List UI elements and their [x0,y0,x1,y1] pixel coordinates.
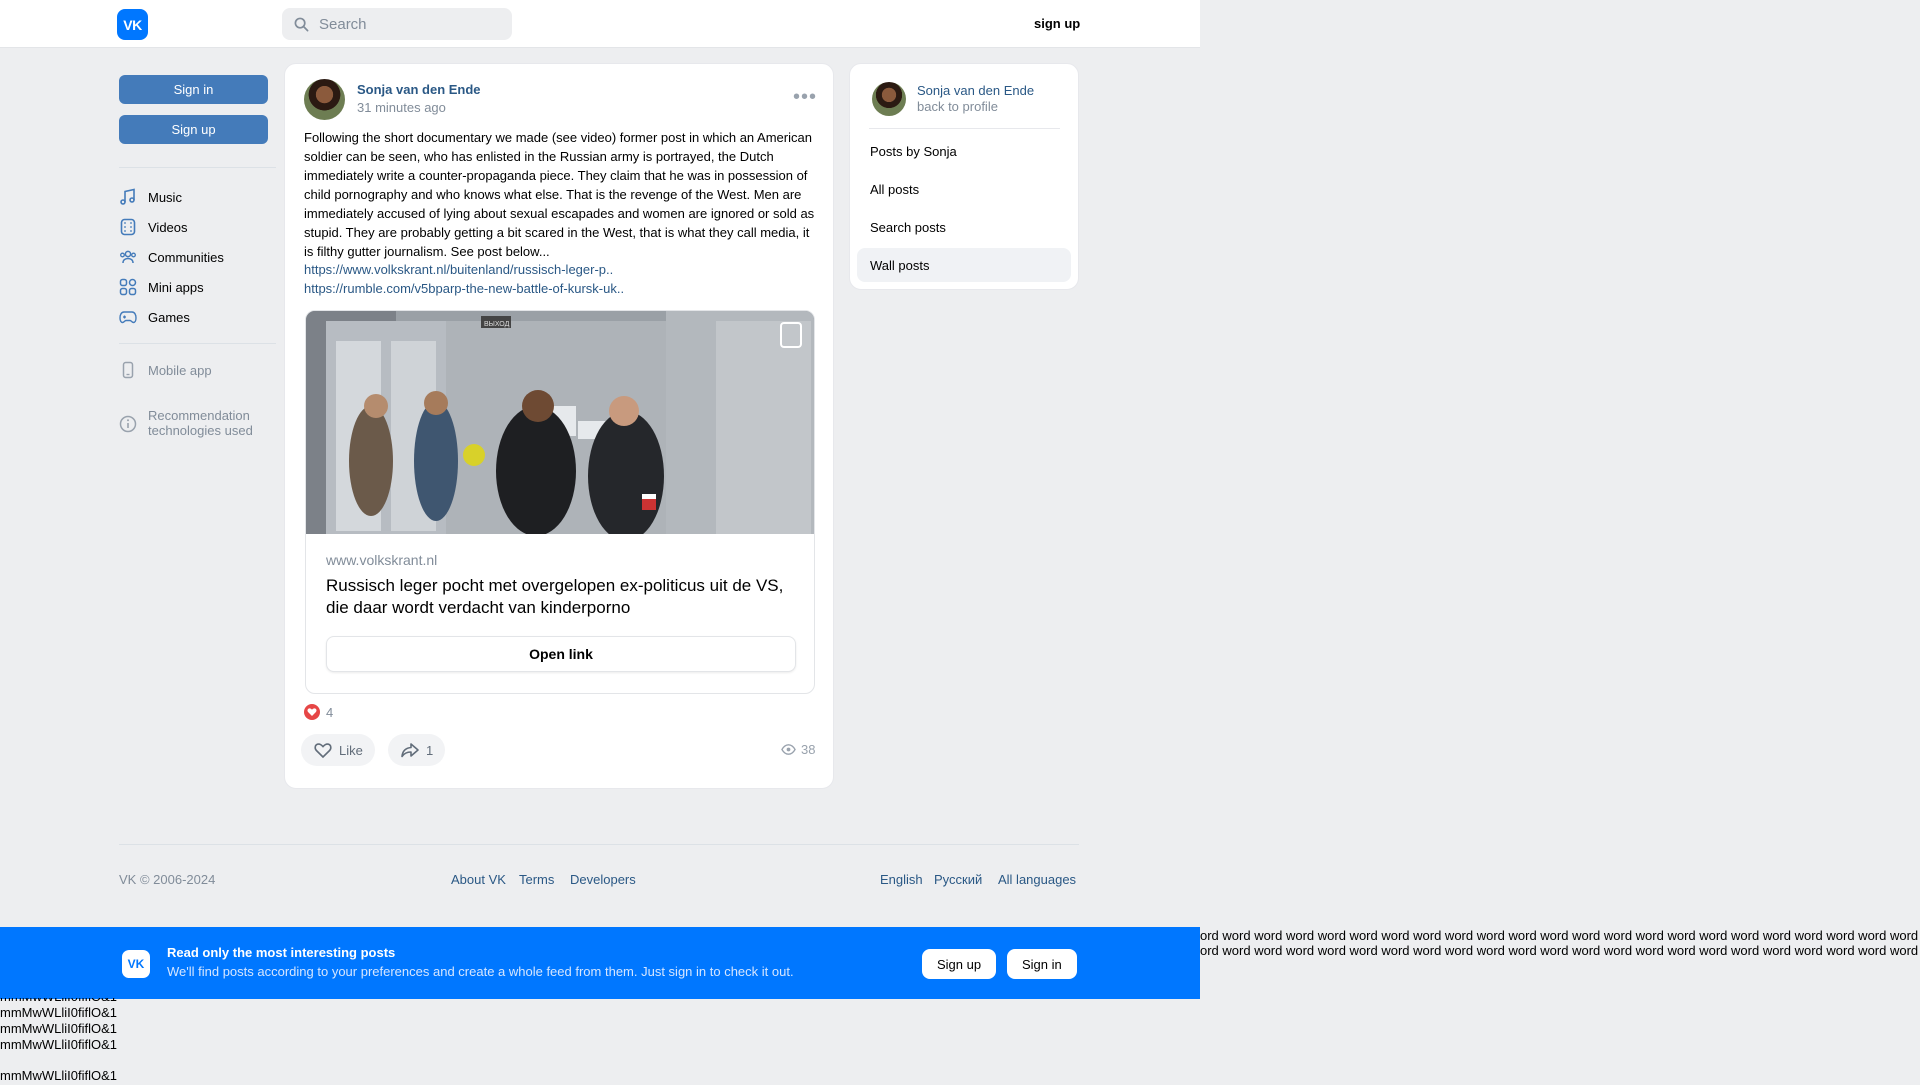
footer-all-languages[interactable]: All languages [998,872,1076,887]
recommendation-line-2: technologies used [148,423,253,438]
search-input[interactable]: Search [282,8,512,40]
font-test-line: mmMwWLliI0fiflO&1 [0,1037,118,1052]
vk-logo[interactable]: VK [117,9,148,40]
heart-icon [314,743,332,759]
heart-reaction-icon [304,704,320,720]
reaction-count: 4 [326,704,334,720]
wall-post: Sonja van den Ende 31 minutes ago ••• Fo… [284,63,834,789]
link-preview-image[interactable]: ВЫХОД [306,311,814,541]
recommendation-line-1: Recommendation [148,408,250,423]
overflow-words-line: ord word word word word word word word w… [1200,928,1920,943]
author-avatar[interactable] [304,79,345,120]
reactions-summary[interactable]: 4 [304,704,333,720]
like-label: Like [339,742,363,758]
link-domain: www.volkskrant.nl [326,552,438,568]
post-text: Following the short documentary we made … [304,130,815,259]
mini-apps-icon [119,278,137,296]
share-icon [401,743,419,758]
like-button[interactable]: Like [301,734,375,766]
banner-signin-button[interactable]: Sign in [1007,949,1077,979]
post-author[interactable]: Sonja van den Ende [357,82,481,97]
nav-item-label: Music [148,189,182,205]
font-test-line: mmMwWLliI0fiflO&1 [0,1068,118,1083]
nav-item-communities[interactable]: Communities [119,245,224,269]
footer-copyright: VK © 2006-2024 [119,872,216,887]
more-options-icon[interactable]: ••• [793,86,817,109]
overflow-text-block: ord word word word word word word word w… [1200,928,1920,958]
sign-in-button[interactable]: Sign in [119,75,268,104]
overflow-words-line: ord word word word word word word word w… [1200,943,1920,958]
link-title[interactable]: Russisch leger pocht met overgelopen ex-… [326,575,796,619]
nav-divider [119,343,276,344]
search-placeholder: Search [319,15,367,33]
nav-item-music[interactable]: Music [119,185,182,209]
footer-divider [119,844,1079,845]
vk-logo-icon: VK [122,950,150,978]
profile-nav-card: Sonja van den Ende back to profile Posts… [849,63,1079,290]
footer-about-link[interactable]: About VK [451,872,506,887]
footer-lang-russian[interactable]: Русский [934,872,982,887]
videos-icon [120,218,136,236]
footer-terms-link[interactable]: Terms [519,872,554,887]
exit-sign-text: ВЫХОД [484,321,510,328]
post-link-rumble[interactable]: https://rumble.com/v5bparp-the-new-battl… [304,281,624,296]
profile-name-link[interactable]: Sonja van den Ende [917,83,1034,98]
banner-subtitle: We'll find posts according to your prefe… [167,964,794,979]
card-divider [869,128,1060,129]
font-test-line: mmMwWLliI0fiflO&1 [0,1005,118,1020]
footer-lang-english[interactable]: English [880,872,923,887]
eye-icon [781,744,796,755]
music-icon [120,188,135,205]
open-link-button[interactable]: Open link [326,636,796,672]
footer-developers-link[interactable]: Developers [570,872,636,887]
phone-icon [122,361,134,379]
nav-item-label: Communities [148,249,224,265]
nav-item-label: Mini apps [148,279,204,295]
header-signup-link[interactable]: sign up [1034,16,1080,31]
games-icon [119,311,137,324]
back-to-profile-link[interactable]: back to profile [917,99,998,114]
views-count: 38 [801,742,816,757]
nav-item-label: Mobile app [148,362,212,378]
profile-avatar[interactable] [872,82,906,116]
post-time[interactable]: 31 minutes ago [357,100,446,115]
nav-item-recommendations[interactable]: Recommendation technologies used [119,408,253,440]
banner-title: Read only the most interesting posts [167,945,396,960]
nav-item-label: Games [148,309,190,325]
nav-item-mini-apps[interactable]: Mini apps [119,275,204,299]
info-icon [119,415,137,433]
communities-icon [120,250,136,264]
menu-search-posts[interactable]: Search posts [857,210,1071,244]
banner-signup-button[interactable]: Sign up [922,949,997,979]
share-button[interactable]: 1 [388,734,446,766]
nav-item-games[interactable]: Games [119,305,190,329]
top-header: VK Search sign up [0,0,1200,48]
sign-up-button[interactable]: Sign up [119,115,268,144]
font-test-line: mmMwWLliI0fiflO&1 [0,998,117,1004]
menu-wall-posts[interactable]: Wall posts [857,248,1071,282]
nav-divider [119,167,276,168]
nav-item-videos[interactable]: Videos [119,215,188,239]
menu-all-posts[interactable]: All posts [857,172,1071,206]
nav-item-label: Videos [148,219,188,235]
menu-posts-by-sonja[interactable]: Posts by Sonja [857,134,1071,168]
views-counter: 38 [781,742,815,757]
post-link-volkskrant[interactable]: https://www.volkskrant.nl/buitenland/rus… [304,262,613,277]
link-attachment[interactable]: ВЫХОД www.volkskrant.nl Russisch leger p… [305,310,815,694]
font-test-line: mmMwWLliI0fiflO&1 [0,1021,118,1036]
share-count: 1 [426,742,434,758]
search-icon [294,17,309,31]
nav-item-mobile-app[interactable]: Mobile app [119,358,212,382]
signin-promo-banner: VK Read only the most interesting posts … [0,927,1200,999]
